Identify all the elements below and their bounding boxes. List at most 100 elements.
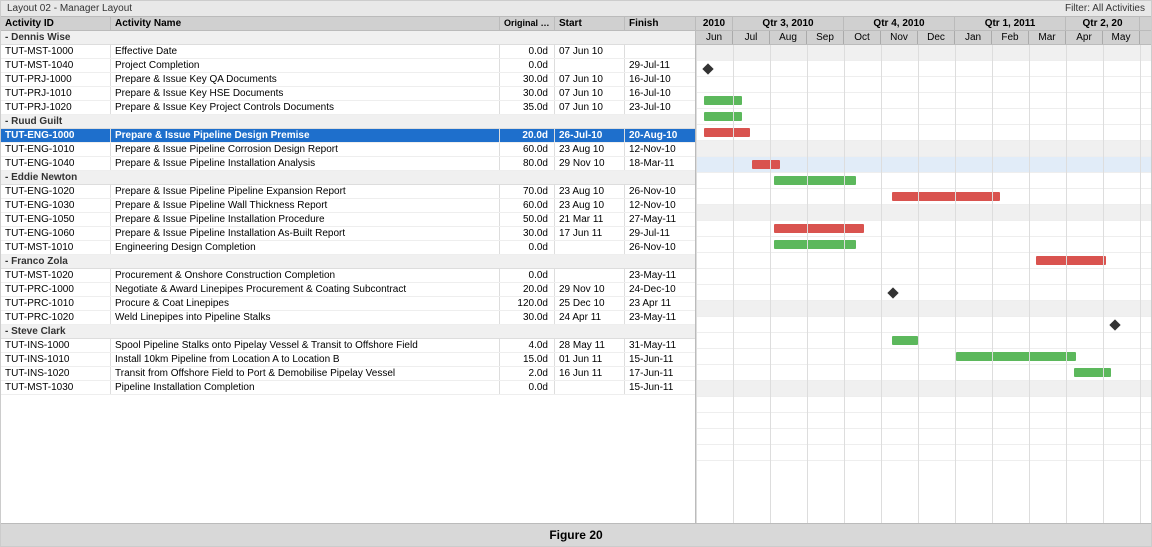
cell-orig-dur: 4.0d	[500, 339, 555, 352]
cell-start: 07 Jun 10	[555, 87, 625, 100]
gantt-bar-red	[774, 224, 864, 233]
header-start: Start	[555, 17, 625, 30]
top-bar: Layout 02 - Manager Layout Filter: All A…	[1, 1, 1151, 17]
table-row[interactable]: TUT-MST-1030 Pipeline Installation Compl…	[1, 381, 695, 395]
header-orig-dur: Original Duration	[500, 17, 555, 30]
gantt-data-row	[696, 93, 1151, 109]
gantt-bar-green	[892, 336, 918, 345]
cell-start: 29 Nov 10	[555, 283, 625, 296]
gantt-month-cell: Mar	[1029, 31, 1066, 44]
cell-name: Prepare & Issue Key QA Documents	[111, 73, 500, 86]
gantt-year-cell: Qtr 1, 2011	[955, 17, 1066, 30]
cell-id: TUT-ENG-1050	[1, 213, 111, 226]
gantt-month-cell: Dec	[918, 31, 955, 44]
cell-start: 16 Jun 11	[555, 367, 625, 380]
cell-start: 01 Jun 11	[555, 353, 625, 366]
cell-start: 17 Jun 11	[555, 227, 625, 240]
gantt-bar-green	[704, 112, 742, 121]
gantt-bar-red	[704, 128, 750, 137]
gantt-data-row	[696, 221, 1151, 237]
cell-start: 23 Aug 10	[555, 143, 625, 156]
table-row[interactable]: TUT-ENG-1060 Prepare & Issue Pipeline In…	[1, 227, 695, 241]
gantt-data-row	[696, 61, 1151, 77]
group-row: - Dennis Wise	[1, 31, 695, 45]
cell-name: Install 10km Pipeline from Location A to…	[111, 353, 500, 366]
table-row[interactable]: TUT-ENG-1040 Prepare & Issue Pipeline In…	[1, 157, 695, 171]
cell-start: 25 Dec 10	[555, 297, 625, 310]
cell-id: TUT-ENG-1060	[1, 227, 111, 240]
cell-start: 07 Jun 10	[555, 45, 625, 58]
cell-name: Negotiate & Award Linepipes Procurement …	[111, 283, 500, 296]
gantt-milestone	[887, 287, 898, 298]
cell-name: Engineering Design Completion	[111, 241, 500, 254]
cell-start: 21 Mar 11	[555, 213, 625, 226]
table-row[interactable]: TUT-MST-1000 Effective Date 0.0d 07 Jun …	[1, 45, 695, 59]
cell-start: 07 Jun 10	[555, 101, 625, 114]
table-row[interactable]: TUT-MST-1020 Procurement & Onshore Const…	[1, 269, 695, 283]
gantt-data-row	[696, 429, 1151, 445]
cell-orig-dur: 30.0d	[500, 73, 555, 86]
gantt-bar-green	[704, 96, 742, 105]
cell-finish: 12-Nov-10	[625, 199, 695, 212]
gantt-month-cell: Jan	[955, 31, 992, 44]
gantt-milestone	[702, 63, 713, 74]
cell-finish: 24-Dec-10	[625, 283, 695, 296]
header-finish: Finish	[625, 17, 695, 30]
cell-start: 28 May 11	[555, 339, 625, 352]
table-row[interactable]: TUT-ENG-1050 Prepare & Issue Pipeline In…	[1, 213, 695, 227]
cell-id: TUT-MST-1040	[1, 59, 111, 72]
table-row[interactable]: TUT-PRC-1000 Negotiate & Award Linepipes…	[1, 283, 695, 297]
table-row[interactable]: TUT-PRJ-1020 Prepare & Issue Key Project…	[1, 101, 695, 115]
cell-name: Procurement & Onshore Construction Compl…	[111, 269, 500, 282]
cell-finish: 27-May-11	[625, 213, 695, 226]
cell-orig-dur: 0.0d	[500, 241, 555, 254]
table-row[interactable]: TUT-PRC-1020 Weld Linepipes into Pipelin…	[1, 311, 695, 325]
cell-name: Transit from Offshore Field to Port & De…	[111, 367, 500, 380]
gantt-year-cell: Qtr 3, 2010	[733, 17, 844, 30]
table-row[interactable]: TUT-MST-1040 Project Completion 0.0d 29-…	[1, 59, 695, 73]
cell-orig-dur: 30.0d	[500, 311, 555, 324]
cell-orig-dur: 35.0d	[500, 101, 555, 114]
table-row[interactable]: TUT-PRC-1010 Procure & Coat Linepipes 12…	[1, 297, 695, 311]
cell-finish	[625, 45, 695, 58]
cell-start	[555, 59, 625, 72]
cell-orig-dur: 60.0d	[500, 143, 555, 156]
table-row[interactable]: TUT-INS-1010 Install 10km Pipeline from …	[1, 353, 695, 367]
cell-id: TUT-MST-1030	[1, 381, 111, 394]
cell-name: Weld Linepipes into Pipeline Stalks	[111, 311, 500, 324]
table-row[interactable]: TUT-ENG-1010 Prepare & Issue Pipeline Co…	[1, 143, 695, 157]
cell-id: TUT-PRJ-1010	[1, 87, 111, 100]
cell-name: Prepare & Issue Pipeline Corrosion Desig…	[111, 143, 500, 156]
table-row[interactable]: TUT-INS-1020 Transit from Offshore Field…	[1, 367, 695, 381]
cell-finish: 31-May-11	[625, 339, 695, 352]
gantt-header: 2010Qtr 3, 2010Qtr 4, 2010Qtr 1, 2011Qtr…	[696, 17, 1151, 45]
table-row[interactable]: TUT-PRJ-1000 Prepare & Issue Key QA Docu…	[1, 73, 695, 87]
table-row[interactable]: TUT-ENG-1020 Prepare & Issue Pipeline Pi…	[1, 185, 695, 199]
gantt-data-row	[696, 125, 1151, 141]
table-row[interactable]: TUT-INS-1000 Spool Pipeline Stalks onto …	[1, 339, 695, 353]
cell-finish: 16-Jul-10	[625, 73, 695, 86]
cell-name: Spool Pipeline Stalks onto Pipelay Vesse…	[111, 339, 500, 352]
table-row[interactable]: TUT-ENG-1030 Prepare & Issue Pipeline Wa…	[1, 199, 695, 213]
table-row[interactable]: TUT-ENG-1000 Prepare & Issue Pipeline De…	[1, 129, 695, 143]
cell-id: TUT-PRC-1010	[1, 297, 111, 310]
data-rows: - Dennis Wise TUT-MST-1000 Effective Dat…	[1, 31, 695, 523]
cell-name: Prepare & Issue Key HSE Documents	[111, 87, 500, 100]
cell-finish: 23-Jul-10	[625, 101, 695, 114]
cell-orig-dur: 60.0d	[500, 199, 555, 212]
table-row[interactable]: TUT-MST-1010 Engineering Design Completi…	[1, 241, 695, 255]
cell-id: TUT-PRC-1000	[1, 283, 111, 296]
gantt-data-row	[696, 253, 1151, 269]
gantt-vline	[955, 45, 956, 523]
header-activity-name: Activity Name	[111, 17, 500, 30]
gantt-body	[696, 45, 1151, 523]
gantt-bar-red	[1036, 256, 1106, 265]
gantt-month-row: JunJulAugSepOctNovDecJanFebMarAprMay	[696, 31, 1151, 44]
gantt-data-row	[696, 413, 1151, 429]
cell-name: Prepare & Issue Pipeline Installation Pr…	[111, 213, 500, 226]
filter-label: Filter: All Activities	[1065, 3, 1145, 14]
gantt-vline	[1103, 45, 1104, 523]
gantt-bar-green	[956, 352, 1076, 361]
cell-id: TUT-ENG-1020	[1, 185, 111, 198]
table-row[interactable]: TUT-PRJ-1010 Prepare & Issue Key HSE Doc…	[1, 87, 695, 101]
